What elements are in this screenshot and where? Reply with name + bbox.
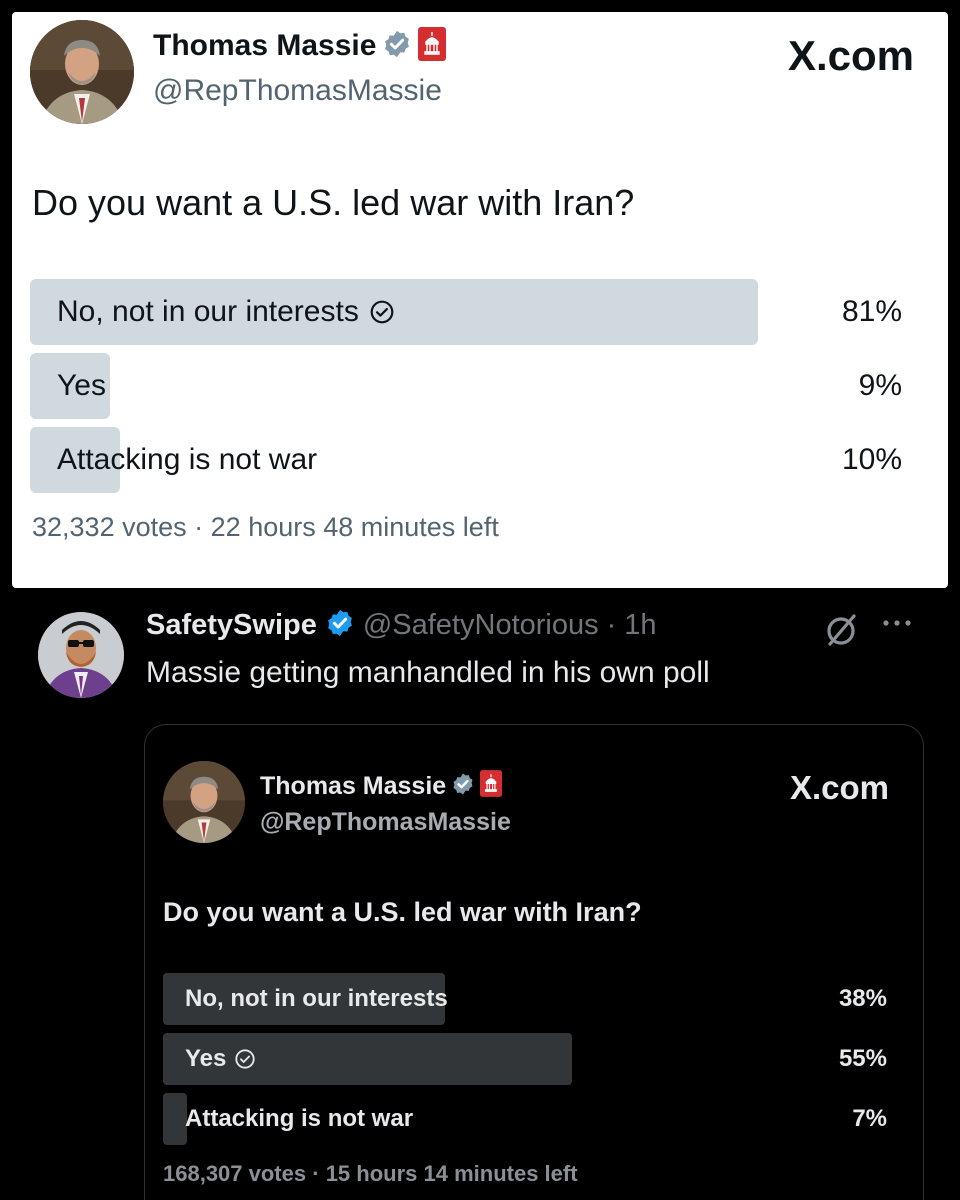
poll-option-percent: 38% — [838, 985, 887, 1012]
poll-vote-count: 32,332 votes — [32, 512, 187, 542]
top-poll-card: Thomas Massie @RepThomasMassie X.com Do … — [12, 12, 948, 588]
poll-footer: 168,307 votes · 15 hours 14 minutes left — [163, 1161, 578, 1187]
poll-option-label: Attacking is not war — [185, 1105, 414, 1132]
poll-option-percent: 7% — [852, 1105, 887, 1132]
author-name-row: Thomas Massie — [153, 26, 447, 66]
poll-option: Yes 55% — [163, 1033, 887, 1085]
poll-option-label-group: Attacking is not war — [185, 1093, 413, 1145]
poll-option-percent: 55% — [838, 1045, 887, 1072]
quoted-author-name[interactable]: Thomas Massie — [260, 772, 446, 801]
poll-option-label-group: Yes — [57, 353, 106, 419]
poll-option-label-group: Attacking is not war — [57, 427, 317, 493]
separator-dot: · — [606, 608, 617, 641]
brand-label: X.com — [789, 769, 889, 806]
verified-badge-icon — [451, 772, 475, 801]
poll-option-percent: 9% — [858, 369, 902, 402]
poll-option-label: Yes — [185, 1045, 227, 1072]
poll-option-label: Attacking is not war — [57, 443, 318, 476]
poll-vote-count: 168,307 votes — [163, 1161, 307, 1186]
poll-option-percent: 10% — [841, 443, 902, 476]
government-badge-icon — [480, 770, 503, 802]
quoted-poll-card[interactable]: Thomas Massie @RepThomasMassie X.com Do … — [144, 724, 924, 1200]
avatar-portrait-icon — [163, 761, 245, 843]
tweet-author-avatar[interactable] — [38, 612, 124, 698]
avatar-portrait-icon — [30, 20, 134, 124]
quoted-author-handle[interactable]: @RepThomasMassie — [260, 808, 511, 837]
poll-option: Attacking is not war 10% — [30, 427, 902, 493]
poll-option-percent: 81% — [841, 295, 902, 328]
more-icon[interactable] — [880, 606, 914, 648]
verified-badge-icon — [325, 608, 355, 643]
poll-option-label: No, not in our interests — [57, 295, 359, 328]
check-circle-icon — [235, 1049, 256, 1069]
verified-badge-icon — [382, 29, 412, 64]
poll-option-label: No, not in our interests — [185, 985, 448, 1012]
separator-dot: · — [312, 1161, 320, 1186]
poll-option-label-group: No, not in our interests — [185, 973, 448, 1025]
poll-option: No, not in our interests 38% — [163, 973, 887, 1025]
author-name[interactable]: Thomas Massie — [153, 29, 376, 63]
poll-option-label-group: No, not in our interests — [57, 279, 395, 345]
poll-option: No, not in our interests 81% — [30, 279, 902, 345]
poll-footer: 32,332 votes · 22 hours 48 minutes left — [32, 512, 499, 543]
poll-option-bar — [163, 1093, 187, 1145]
tweet-author-name[interactable]: SafetySwipe — [146, 609, 317, 642]
tweet-header: SafetySwipe @SafetyNotorious · 1h — [146, 604, 657, 646]
check-circle-icon — [370, 300, 394, 324]
tweet-text: Massie getting manhandled in his own pol… — [146, 656, 710, 689]
poll-question: Do you want a U.S. led war with Iran? — [163, 897, 642, 927]
poll-time-left: 22 hours 48 minutes left — [210, 512, 499, 542]
avatar-portrait-icon — [38, 612, 124, 698]
poll-time-left: 15 hours 14 minutes left — [325, 1161, 578, 1186]
poll-option-label-group: Yes — [185, 1033, 256, 1085]
poll-option: Attacking is not war 7% — [163, 1093, 887, 1145]
separator-dot: · — [194, 512, 204, 542]
poll-question: Do you want a U.S. led war with Iran? — [32, 182, 635, 223]
poll-option-label: Yes — [57, 369, 106, 402]
tweet-time[interactable]: 1h — [624, 609, 656, 642]
poll-option: Yes 9% — [30, 353, 902, 419]
government-badge-icon — [418, 26, 447, 66]
author-handle[interactable]: @RepThomasMassie — [153, 74, 442, 108]
quoted-author-avatar[interactable] — [163, 761, 245, 843]
brand-label: X.com — [787, 32, 914, 79]
grok-icon[interactable] — [822, 610, 862, 650]
quoted-author-name-row: Thomas Massie — [260, 769, 503, 803]
tweet-author-handle[interactable]: @SafetyNotorious — [363, 609, 599, 642]
author-avatar[interactable] — [30, 20, 134, 124]
